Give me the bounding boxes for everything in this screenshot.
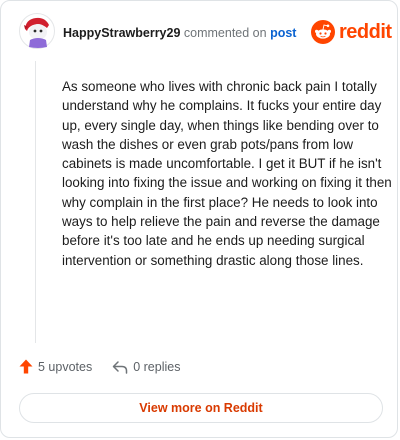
reply-arrow-icon bbox=[112, 360, 128, 374]
upvote-arrow-icon bbox=[19, 359, 33, 374]
reply-button[interactable]: 0 replies bbox=[112, 360, 180, 374]
reddit-snoo-icon bbox=[311, 20, 335, 44]
action-text: commented on bbox=[183, 26, 267, 40]
user-avatar-icon[interactable] bbox=[19, 13, 55, 49]
reddit-logo[interactable]: reddit bbox=[311, 20, 392, 44]
reddit-wordmark: reddit bbox=[339, 21, 392, 43]
post-link[interactable]: post bbox=[270, 26, 296, 40]
upvote-button[interactable]: 5 upvotes bbox=[19, 359, 92, 374]
comment-body: As someone who lives with chronic back p… bbox=[62, 79, 392, 268]
comment-header: HappyStrawberry29 commented on post bbox=[63, 26, 296, 40]
comment-actions: 5 upvotes 0 replies bbox=[19, 359, 180, 374]
view-more-button[interactable]: View more on Reddit bbox=[19, 393, 383, 423]
username[interactable]: HappyStrawberry29 bbox=[63, 26, 180, 40]
upvote-count: 5 upvotes bbox=[38, 359, 93, 374]
comment-embed-card: HappyStrawberry29 commented on post redd… bbox=[0, 0, 398, 438]
reply-count: 0 replies bbox=[133, 359, 181, 374]
thread-line bbox=[35, 61, 36, 343]
